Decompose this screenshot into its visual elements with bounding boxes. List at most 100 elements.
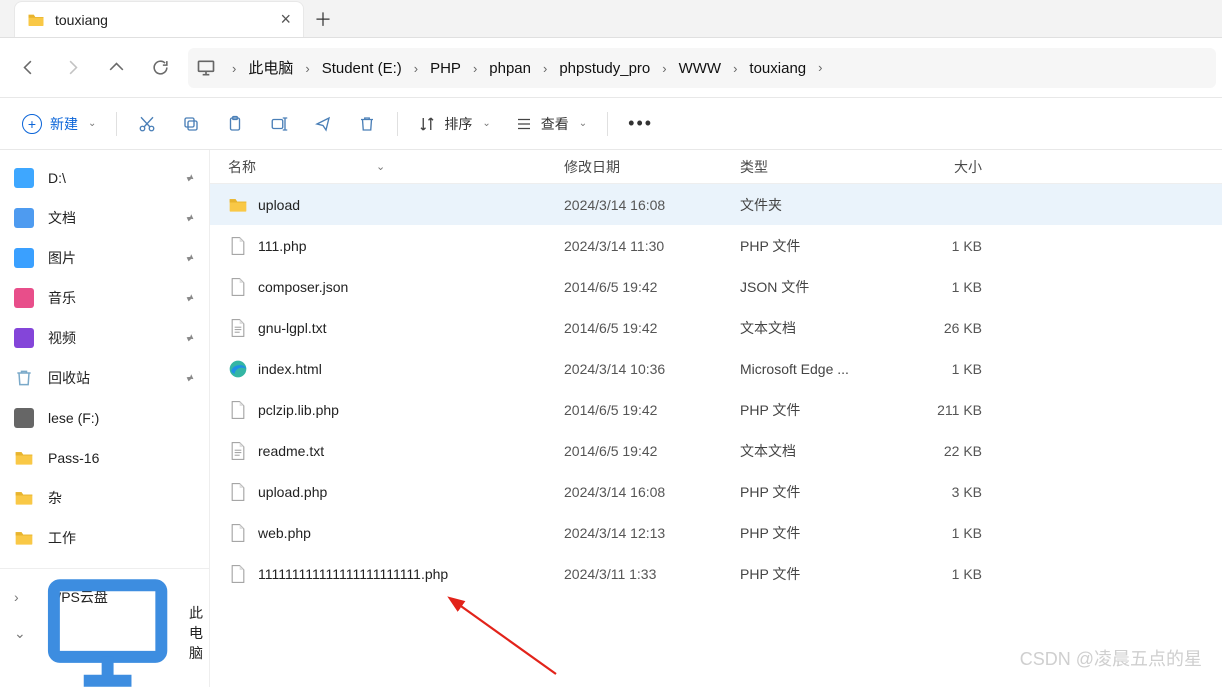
- column-header-date[interactable]: 修改日期: [564, 157, 740, 177]
- tab-active[interactable]: touxiang ×: [14, 1, 304, 37]
- file-date: 2024/3/14 11:30: [564, 238, 740, 254]
- file-row[interactable]: 111.php2024/3/14 11:30PHP 文件1 KB: [210, 225, 1222, 266]
- close-icon[interactable]: ×: [280, 9, 291, 30]
- sidebar-item[interactable]: 回收站: [0, 358, 209, 398]
- file-name: 111.php: [258, 238, 307, 254]
- tree-item[interactable]: ⌄此电脑: [0, 615, 209, 651]
- file-size: 26 KB: [892, 320, 982, 336]
- file-row[interactable]: web.php2024/3/14 12:13PHP 文件1 KB: [210, 512, 1222, 553]
- sidebar-item-label: 工作: [48, 528, 76, 548]
- scissors-icon: [138, 115, 156, 133]
- paste-button[interactable]: [213, 106, 257, 142]
- trash-icon: [358, 115, 376, 133]
- chevron-right-icon: ›: [473, 61, 477, 76]
- rename-button[interactable]: [257, 106, 301, 142]
- address-bar-row: › 此电脑 › Student (E:) › PHP › phpan › phpstudy_pro…: [0, 38, 1222, 98]
- breadcrumb-segment[interactable]: PHP: [430, 60, 461, 77]
- file-name: upload.php: [258, 484, 327, 500]
- copy-button[interactable]: [169, 106, 213, 142]
- chevron-right-icon: ›: [818, 60, 822, 75]
- sort-button[interactable]: 排序 ⌄: [406, 106, 502, 142]
- back-button[interactable]: [6, 48, 50, 88]
- refresh-button[interactable]: [138, 48, 182, 88]
- sidebar-item[interactable]: 视频: [0, 318, 209, 358]
- chevron-right-icon: ›: [543, 61, 547, 76]
- chevron-right-icon: ›: [662, 61, 666, 76]
- sidebar-item-label: 回收站: [48, 368, 90, 388]
- file-row[interactable]: composer.json2014/6/5 19:42JSON 文件1 KB: [210, 266, 1222, 307]
- breadcrumb[interactable]: › 此电脑 › Student (E:) › PHP › phpan › phpstudy_pro…: [188, 48, 1216, 88]
- sidebar-item[interactable]: 图片: [0, 238, 209, 278]
- cut-button[interactable]: [125, 106, 169, 142]
- arrow-left-icon: [19, 58, 38, 77]
- more-button[interactable]: •••: [616, 106, 665, 142]
- forward-button[interactable]: [50, 48, 94, 88]
- file-row[interactable]: 111111111111111111111111.php2024/3/11 1:…: [210, 553, 1222, 594]
- view-label: 查看: [541, 114, 569, 134]
- file-type: 文件夹: [740, 195, 892, 215]
- sidebar-item[interactable]: D:\: [0, 158, 209, 198]
- column-headers[interactable]: 名称 ⌄ 修改日期 类型 大小: [210, 150, 1222, 184]
- arrow-up-icon: [107, 58, 126, 77]
- sidebar-item-label: D:\: [48, 170, 66, 186]
- sidebar-item[interactable]: 杂: [0, 478, 209, 518]
- toolbar: + 新建 ⌄ 排序 ⌄ 查看 ⌄ •••: [0, 98, 1222, 150]
- file-row[interactable]: pclzip.lib.php2014/6/5 19:42PHP 文件211 KB: [210, 389, 1222, 430]
- file-type: PHP 文件: [740, 236, 892, 256]
- breadcrumb-segment[interactable]: 此电脑: [248, 60, 293, 77]
- file-name: upload: [258, 197, 300, 213]
- up-button[interactable]: [94, 48, 138, 88]
- sidebar-item[interactable]: lese (F:): [0, 398, 209, 438]
- breadcrumb-segment[interactable]: WWW: [679, 60, 721, 77]
- column-header-size[interactable]: 大小: [892, 157, 982, 177]
- chevron-right-icon: ›: [733, 61, 737, 76]
- share-button[interactable]: [301, 106, 345, 142]
- breadcrumb-segment[interactable]: phpan: [489, 60, 531, 77]
- chevron-down-icon[interactable]: ⌄: [14, 625, 26, 642]
- file-name: index.html: [258, 361, 322, 377]
- file-icon: [228, 564, 248, 584]
- sidebar-item[interactable]: 文档: [0, 198, 209, 238]
- sidebar-item[interactable]: 工作: [0, 518, 209, 558]
- chevron-right-icon: ›: [414, 61, 418, 76]
- sidebar-item-label: 音乐: [48, 288, 76, 308]
- header-date-label: 修改日期: [564, 159, 620, 175]
- file-type: 文本文档: [740, 318, 892, 338]
- header-size-label: 大小: [954, 159, 982, 175]
- sidebar-item-label: 图片: [48, 248, 76, 268]
- sidebar-item[interactable]: Pass-16: [0, 438, 209, 478]
- file-date: 2024/3/14 12:13: [564, 525, 740, 541]
- new-button[interactable]: + 新建 ⌄: [10, 106, 108, 142]
- file-row[interactable]: readme.txt2014/6/5 19:42文本文档22 KB: [210, 430, 1222, 471]
- file-row[interactable]: upload.php2024/3/14 16:08PHP 文件3 KB: [210, 471, 1222, 512]
- file-row[interactable]: index.html2024/3/14 10:36Microsoft Edge …: [210, 348, 1222, 389]
- sidebar-item[interactable]: 音乐: [0, 278, 209, 318]
- file-date: 2014/6/5 19:42: [564, 320, 740, 336]
- sort-icon: [418, 115, 436, 133]
- file-icon: [228, 400, 248, 420]
- chevron-right-icon[interactable]: ›: [14, 589, 28, 605]
- chevron-down-icon: ⌄: [88, 118, 96, 129]
- file-name: readme.txt: [258, 443, 324, 459]
- folder-icon: [228, 195, 248, 215]
- file-date: 2024/3/14 16:08: [564, 484, 740, 500]
- delete-button[interactable]: [345, 106, 389, 142]
- file-name: gnu-lgpl.txt: [258, 320, 326, 336]
- file-row[interactable]: upload 2024/3/14 16:08文件夹: [210, 184, 1222, 225]
- breadcrumb-segment[interactable]: phpstudy_pro: [559, 60, 650, 77]
- column-header-name[interactable]: 名称 ⌄: [228, 157, 564, 177]
- new-tab-button[interactable]: ＋: [304, 1, 342, 37]
- column-header-type[interactable]: 类型: [740, 157, 892, 177]
- plus-icon: +: [22, 114, 42, 134]
- refresh-icon: [151, 58, 170, 77]
- file-size: 1 KB: [892, 566, 982, 582]
- file-date: 2024/3/14 16:08: [564, 197, 740, 213]
- file-name: composer.json: [258, 279, 348, 295]
- breadcrumb-segment[interactable]: Student (E:): [322, 60, 402, 77]
- view-button[interactable]: 查看 ⌄: [503, 106, 599, 142]
- file-icon: [228, 277, 248, 297]
- file-row[interactable]: gnu-lgpl.txt 2014/6/5 19:42文本文档26 KB: [210, 307, 1222, 348]
- file-name: pclzip.lib.php: [258, 402, 339, 418]
- breadcrumb-segment[interactable]: touxiang: [749, 60, 806, 77]
- edge-icon: [228, 359, 248, 379]
